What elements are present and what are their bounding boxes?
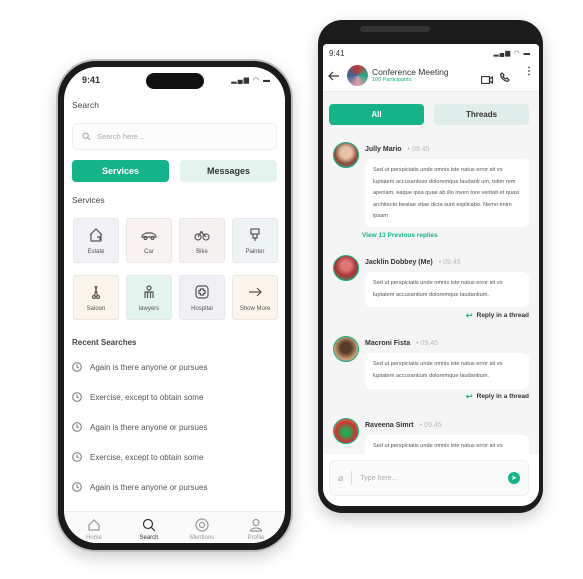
at-icon	[195, 518, 209, 532]
service-tile-estate[interactable]: Estate	[73, 218, 119, 263]
search-icon	[82, 132, 91, 141]
message-author: Raveena Simrt • 09.45	[365, 422, 442, 429]
user-icon	[249, 518, 263, 532]
message-bubble: Sed ut perspiciatis unde omnis iste natu…	[365, 353, 529, 389]
view-previous-replies-link[interactable]: View 13 Previous replies	[362, 232, 438, 239]
hospital-icon	[195, 284, 209, 299]
clock-icon	[72, 422, 82, 432]
recent-search-item[interactable]: Again is there anyone or pursues	[72, 362, 207, 372]
status-icons: ▂▄▆ ◠ ▬	[231, 77, 271, 84]
message-bubble: Sed ut perspiciatis unde omnis iste natu…	[365, 272, 529, 307]
tab-all[interactable]: All	[329, 104, 424, 125]
recent-searches-heading: Recent Searches	[72, 338, 137, 347]
message-author: Macroni Fista • 09.45	[365, 340, 439, 347]
message-time: • 09.45	[416, 340, 439, 347]
page-title: Search	[72, 100, 99, 110]
arrow-right-icon	[249, 287, 262, 296]
status-time: 9:41	[82, 75, 101, 85]
back-button[interactable]	[328, 68, 340, 86]
attachment-icon[interactable]: ⌀	[338, 473, 343, 484]
clock-icon	[72, 482, 82, 492]
nav-profile[interactable]: Profile	[236, 518, 276, 541]
scissors-icon	[91, 285, 101, 299]
tab-services[interactable]: Services	[72, 160, 169, 182]
input-placeholder: Type here...	[360, 474, 398, 482]
recent-search-item[interactable]: Exercise, except to obtain some	[72, 392, 203, 402]
search-screen: 9:41 ▂▄▆ ◠ ▬ Search Search here... Servi…	[64, 67, 285, 543]
clock-icon	[72, 392, 82, 402]
user-avatar[interactable]	[333, 255, 359, 281]
house-icon	[89, 227, 103, 242]
chat-screen: 9:41 ▂▄▆ ◠ ▬ Conference Meeting 100 Part…	[323, 44, 539, 506]
message-author: Jacklin Dobbey (Me) • 09.45	[365, 259, 461, 266]
participants-count: 100 Participants	[372, 77, 412, 83]
message-time: • 09.45	[419, 422, 442, 429]
recent-search-item[interactable]: Exercise, except to obtain some	[72, 452, 203, 462]
reply-icon: ↩	[465, 392, 473, 401]
home-icon	[88, 519, 100, 531]
search-input[interactable]: Search here...	[72, 123, 277, 150]
tab-threads[interactable]: Threads	[434, 104, 529, 125]
more-menu-button[interactable]: ⋮	[524, 66, 534, 77]
dynamic-island	[146, 73, 204, 89]
message-bubble: Sed ut perspiciatis unde omnis iste natu…	[365, 159, 529, 227]
lawyer-icon	[144, 284, 154, 298]
reply-in-thread-button[interactable]: ↩ Reply in a thread	[466, 392, 529, 401]
message-author: Jully Mario • 09.45	[365, 146, 430, 153]
services-heading: Services	[72, 195, 105, 205]
service-tile-saloon[interactable]: Saloon	[73, 275, 119, 320]
car-icon	[141, 231, 157, 240]
user-avatar[interactable]	[333, 142, 359, 168]
reply-icon: ↩	[465, 311, 473, 320]
nav-mentions[interactable]: Mentions	[182, 518, 222, 541]
clock-icon	[72, 362, 82, 372]
service-tile-lawyers[interactable]: lawyers	[126, 275, 172, 320]
message-input[interactable]: ⌀ Type here... ➤	[329, 460, 529, 496]
service-tile-hospital[interactable]: Hospital	[179, 275, 225, 320]
paint-brush-icon	[250, 227, 260, 241]
video-call-button[interactable]	[480, 71, 494, 89]
nav-home[interactable]: Home	[74, 518, 114, 541]
message-time: • 09.45	[438, 259, 461, 266]
send-button[interactable]: ➤	[508, 472, 520, 484]
service-tile-bike[interactable]: Bike	[179, 218, 225, 263]
speaker	[360, 26, 430, 32]
clock-icon	[72, 452, 82, 462]
recent-search-item[interactable]: Again is there anyone or pursues	[72, 482, 207, 492]
voice-call-button[interactable]	[499, 69, 510, 87]
status-time: 9:41	[329, 49, 345, 58]
reply-in-thread-button[interactable]: ↩ Reply in a thread	[466, 311, 529, 320]
phone-icon	[499, 72, 510, 83]
group-avatar	[347, 65, 368, 86]
service-tile-car[interactable]: Car	[126, 218, 172, 263]
bottom-nav: Home Search Mentions Profile	[64, 511, 285, 543]
nav-search[interactable]: Search	[129, 518, 169, 541]
recent-search-item[interactable]: Again is there anyone or pursues	[72, 422, 207, 432]
message-time: • 09.45	[407, 146, 430, 153]
search-placeholder: Search here...	[97, 132, 145, 141]
status-icons: ▂▄▆ ◠ ▬	[493, 50, 531, 57]
user-avatar[interactable]	[333, 418, 359, 444]
search-icon	[142, 518, 156, 532]
tab-messages[interactable]: Messages	[180, 160, 277, 182]
bike-icon	[194, 230, 210, 241]
service-tile-painter[interactable]: Painter	[232, 218, 278, 263]
chat-title: Conference Meeting	[372, 67, 449, 77]
back-arrow-icon	[328, 71, 339, 81]
service-tile-show-more[interactable]: Show More	[232, 275, 278, 320]
user-avatar[interactable]	[333, 336, 359, 362]
video-icon	[480, 75, 494, 85]
